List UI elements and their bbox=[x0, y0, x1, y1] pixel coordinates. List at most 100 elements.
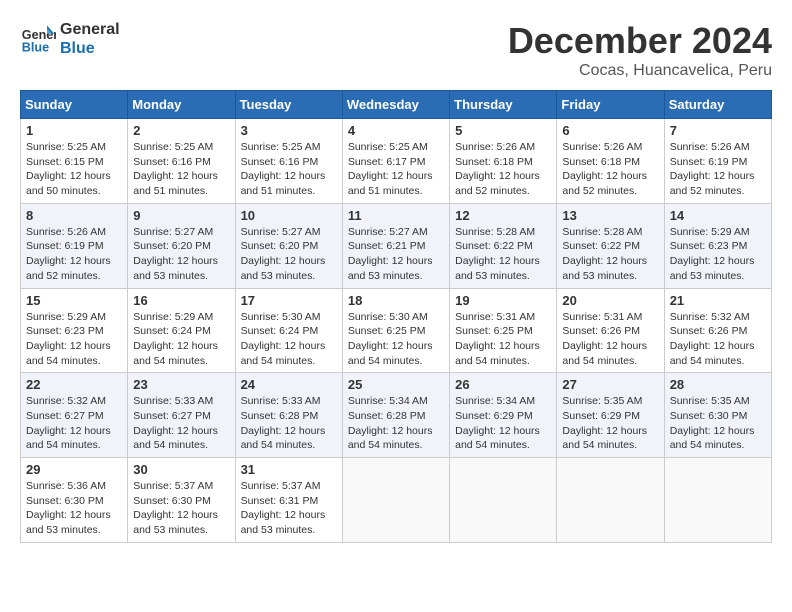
day-number: 9 bbox=[133, 208, 229, 223]
day-info: Sunrise: 5:32 AM Sunset: 6:27 PM Dayligh… bbox=[26, 394, 122, 453]
day-info: Sunrise: 5:28 AM Sunset: 6:22 PM Dayligh… bbox=[562, 225, 658, 284]
day-info: Sunrise: 5:34 AM Sunset: 6:28 PM Dayligh… bbox=[348, 394, 444, 453]
calendar-cell: 5 Sunrise: 5:26 AM Sunset: 6:18 PM Dayli… bbox=[450, 119, 557, 204]
calendar-cell: 13 Sunrise: 5:28 AM Sunset: 6:22 PM Dayl… bbox=[557, 203, 664, 288]
day-number: 1 bbox=[26, 123, 122, 138]
weekday-header-tuesday: Tuesday bbox=[235, 91, 342, 119]
calendar-cell: 12 Sunrise: 5:28 AM Sunset: 6:22 PM Dayl… bbox=[450, 203, 557, 288]
day-info: Sunrise: 5:35 AM Sunset: 6:29 PM Dayligh… bbox=[562, 394, 658, 453]
day-info: Sunrise: 5:34 AM Sunset: 6:29 PM Dayligh… bbox=[455, 394, 551, 453]
day-info: Sunrise: 5:37 AM Sunset: 6:31 PM Dayligh… bbox=[241, 479, 337, 538]
calendar-cell: 8 Sunrise: 5:26 AM Sunset: 6:19 PM Dayli… bbox=[21, 203, 128, 288]
day-info: Sunrise: 5:25 AM Sunset: 6:16 PM Dayligh… bbox=[241, 140, 337, 199]
page-header: General Blue General Blue December 2024 … bbox=[20, 20, 772, 80]
day-number: 6 bbox=[562, 123, 658, 138]
day-info: Sunrise: 5:37 AM Sunset: 6:30 PM Dayligh… bbox=[133, 479, 229, 538]
day-info: Sunrise: 5:33 AM Sunset: 6:27 PM Dayligh… bbox=[133, 394, 229, 453]
day-info: Sunrise: 5:25 AM Sunset: 6:17 PM Dayligh… bbox=[348, 140, 444, 199]
day-info: Sunrise: 5:26 AM Sunset: 6:18 PM Dayligh… bbox=[455, 140, 551, 199]
calendar-cell bbox=[450, 458, 557, 543]
day-info: Sunrise: 5:28 AM Sunset: 6:22 PM Dayligh… bbox=[455, 225, 551, 284]
logo-icon: General Blue bbox=[20, 21, 56, 57]
day-number: 22 bbox=[26, 377, 122, 392]
calendar-cell: 22 Sunrise: 5:32 AM Sunset: 6:27 PM Dayl… bbox=[21, 373, 128, 458]
day-number: 4 bbox=[348, 123, 444, 138]
calendar-cell: 30 Sunrise: 5:37 AM Sunset: 6:30 PM Dayl… bbox=[128, 458, 235, 543]
location-title: Cocas, Huancavelica, Peru bbox=[508, 62, 772, 80]
calendar-cell: 3 Sunrise: 5:25 AM Sunset: 6:16 PM Dayli… bbox=[235, 119, 342, 204]
day-number: 2 bbox=[133, 123, 229, 138]
day-number: 28 bbox=[670, 377, 766, 392]
day-number: 12 bbox=[455, 208, 551, 223]
day-info: Sunrise: 5:27 AM Sunset: 6:20 PM Dayligh… bbox=[133, 225, 229, 284]
day-number: 27 bbox=[562, 377, 658, 392]
calendar-cell: 18 Sunrise: 5:30 AM Sunset: 6:25 PM Dayl… bbox=[342, 288, 449, 373]
calendar-cell: 10 Sunrise: 5:27 AM Sunset: 6:20 PM Dayl… bbox=[235, 203, 342, 288]
day-number: 17 bbox=[241, 293, 337, 308]
day-number: 3 bbox=[241, 123, 337, 138]
calendar-cell: 21 Sunrise: 5:32 AM Sunset: 6:26 PM Dayl… bbox=[664, 288, 771, 373]
calendar-header-row: SundayMondayTuesdayWednesdayThursdayFrid… bbox=[21, 91, 772, 119]
calendar-table: SundayMondayTuesdayWednesdayThursdayFrid… bbox=[20, 90, 772, 543]
day-number: 18 bbox=[348, 293, 444, 308]
logo-blue: Blue bbox=[60, 39, 120, 58]
day-info: Sunrise: 5:36 AM Sunset: 6:30 PM Dayligh… bbox=[26, 479, 122, 538]
day-number: 15 bbox=[26, 293, 122, 308]
day-number: 7 bbox=[670, 123, 766, 138]
day-number: 8 bbox=[26, 208, 122, 223]
calendar-cell: 19 Sunrise: 5:31 AM Sunset: 6:25 PM Dayl… bbox=[450, 288, 557, 373]
calendar-cell: 2 Sunrise: 5:25 AM Sunset: 6:16 PM Dayli… bbox=[128, 119, 235, 204]
weekday-header-sunday: Sunday bbox=[21, 91, 128, 119]
day-info: Sunrise: 5:33 AM Sunset: 6:28 PM Dayligh… bbox=[241, 394, 337, 453]
logo: General Blue General Blue bbox=[20, 20, 120, 58]
calendar-cell: 14 Sunrise: 5:29 AM Sunset: 6:23 PM Dayl… bbox=[664, 203, 771, 288]
day-number: 31 bbox=[241, 462, 337, 477]
weekday-header-friday: Friday bbox=[557, 91, 664, 119]
day-info: Sunrise: 5:30 AM Sunset: 6:24 PM Dayligh… bbox=[241, 310, 337, 369]
day-number: 24 bbox=[241, 377, 337, 392]
day-info: Sunrise: 5:26 AM Sunset: 6:19 PM Dayligh… bbox=[670, 140, 766, 199]
day-number: 11 bbox=[348, 208, 444, 223]
calendar-cell: 9 Sunrise: 5:27 AM Sunset: 6:20 PM Dayli… bbox=[128, 203, 235, 288]
day-info: Sunrise: 5:35 AM Sunset: 6:30 PM Dayligh… bbox=[670, 394, 766, 453]
day-number: 13 bbox=[562, 208, 658, 223]
day-info: Sunrise: 5:26 AM Sunset: 6:19 PM Dayligh… bbox=[26, 225, 122, 284]
calendar-week-5: 29 Sunrise: 5:36 AM Sunset: 6:30 PM Dayl… bbox=[21, 458, 772, 543]
calendar-cell: 17 Sunrise: 5:30 AM Sunset: 6:24 PM Dayl… bbox=[235, 288, 342, 373]
day-number: 23 bbox=[133, 377, 229, 392]
calendar-cell: 24 Sunrise: 5:33 AM Sunset: 6:28 PM Dayl… bbox=[235, 373, 342, 458]
calendar-cell: 31 Sunrise: 5:37 AM Sunset: 6:31 PM Dayl… bbox=[235, 458, 342, 543]
day-number: 30 bbox=[133, 462, 229, 477]
calendar-cell: 20 Sunrise: 5:31 AM Sunset: 6:26 PM Dayl… bbox=[557, 288, 664, 373]
calendar-cell: 25 Sunrise: 5:34 AM Sunset: 6:28 PM Dayl… bbox=[342, 373, 449, 458]
calendar-cell: 1 Sunrise: 5:25 AM Sunset: 6:15 PM Dayli… bbox=[21, 119, 128, 204]
day-number: 25 bbox=[348, 377, 444, 392]
day-info: Sunrise: 5:32 AM Sunset: 6:26 PM Dayligh… bbox=[670, 310, 766, 369]
day-info: Sunrise: 5:27 AM Sunset: 6:20 PM Dayligh… bbox=[241, 225, 337, 284]
calendar-cell: 26 Sunrise: 5:34 AM Sunset: 6:29 PM Dayl… bbox=[450, 373, 557, 458]
day-info: Sunrise: 5:29 AM Sunset: 6:24 PM Dayligh… bbox=[133, 310, 229, 369]
calendar-week-4: 22 Sunrise: 5:32 AM Sunset: 6:27 PM Dayl… bbox=[21, 373, 772, 458]
day-number: 19 bbox=[455, 293, 551, 308]
day-number: 14 bbox=[670, 208, 766, 223]
day-info: Sunrise: 5:25 AM Sunset: 6:15 PM Dayligh… bbox=[26, 140, 122, 199]
day-info: Sunrise: 5:31 AM Sunset: 6:25 PM Dayligh… bbox=[455, 310, 551, 369]
day-info: Sunrise: 5:29 AM Sunset: 6:23 PM Dayligh… bbox=[26, 310, 122, 369]
calendar-week-1: 1 Sunrise: 5:25 AM Sunset: 6:15 PM Dayli… bbox=[21, 119, 772, 204]
calendar-cell: 27 Sunrise: 5:35 AM Sunset: 6:29 PM Dayl… bbox=[557, 373, 664, 458]
weekday-header-saturday: Saturday bbox=[664, 91, 771, 119]
weekday-header-wednesday: Wednesday bbox=[342, 91, 449, 119]
day-info: Sunrise: 5:31 AM Sunset: 6:26 PM Dayligh… bbox=[562, 310, 658, 369]
calendar-cell bbox=[342, 458, 449, 543]
calendar-cell: 7 Sunrise: 5:26 AM Sunset: 6:19 PM Dayli… bbox=[664, 119, 771, 204]
calendar-week-2: 8 Sunrise: 5:26 AM Sunset: 6:19 PM Dayli… bbox=[21, 203, 772, 288]
day-info: Sunrise: 5:30 AM Sunset: 6:25 PM Dayligh… bbox=[348, 310, 444, 369]
logo-general: General bbox=[60, 20, 120, 39]
day-number: 20 bbox=[562, 293, 658, 308]
calendar-cell: 28 Sunrise: 5:35 AM Sunset: 6:30 PM Dayl… bbox=[664, 373, 771, 458]
calendar-cell: 4 Sunrise: 5:25 AM Sunset: 6:17 PM Dayli… bbox=[342, 119, 449, 204]
month-title: December 2024 bbox=[508, 20, 772, 62]
calendar-cell: 23 Sunrise: 5:33 AM Sunset: 6:27 PM Dayl… bbox=[128, 373, 235, 458]
calendar-cell: 16 Sunrise: 5:29 AM Sunset: 6:24 PM Dayl… bbox=[128, 288, 235, 373]
day-info: Sunrise: 5:27 AM Sunset: 6:21 PM Dayligh… bbox=[348, 225, 444, 284]
